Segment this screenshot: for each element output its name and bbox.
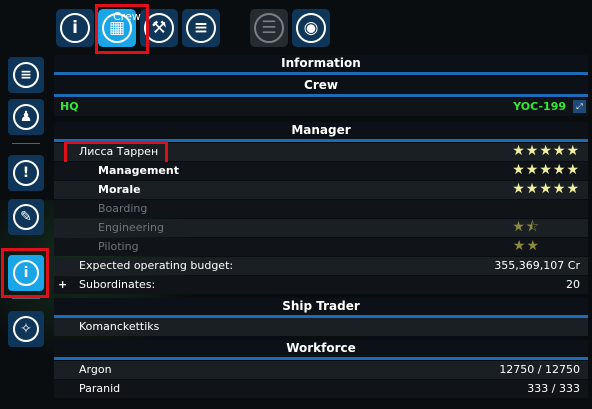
section-header-manager: Manager <box>54 122 588 142</box>
skill-stars: ★⯪ <box>512 219 540 235</box>
sidebar-edit[interactable]: ✎ <box>8 199 44 235</box>
expand-icon[interactable]: ⤢ <box>573 100 586 113</box>
manager-stars: ★★★★★ <box>512 143 580 159</box>
skill-label: Management <box>98 164 179 177</box>
sidebar-alert[interactable]: ! <box>8 155 44 191</box>
sidebar-divider <box>12 298 40 299</box>
budget-label: Expected operating budget: <box>79 259 234 272</box>
highlight-info-sidebar <box>1 248 49 298</box>
menu-lines-icon: ≡ <box>13 62 39 88</box>
workforce-row: Argon 12750 / 12750 <box>54 361 588 379</box>
ship-trader-name: Komanckettiks <box>79 320 160 333</box>
sidebar-person[interactable]: ♟ <box>8 99 44 135</box>
skill-row: Boarding <box>54 200 588 218</box>
workforce-race: Argon <box>79 363 112 376</box>
fuel-icon: ◉ <box>296 13 326 43</box>
skill-stars: ★★★★★ <box>512 162 580 178</box>
skill-label: Piloting <box>98 240 139 253</box>
skill-label: Boarding <box>98 202 148 215</box>
section-header-ship-trader: Ship Trader <box>54 298 588 318</box>
sidebar-menu[interactable]: ≡ <box>8 57 44 93</box>
skill-stars: ★★★★★ <box>512 181 580 197</box>
subordinates-label: Subordinates: <box>79 278 156 291</box>
ship-trader-row[interactable]: Komanckettiks <box>54 318 588 336</box>
skill-row: Morale ★★★★★ <box>54 181 588 199</box>
sidebar-compass[interactable]: ✧ <box>8 311 44 347</box>
workforce-value: 12750 / 12750 <box>499 363 580 376</box>
workforce-value: 333 / 333 <box>527 382 580 395</box>
section-header-crew: Crew <box>54 77 588 97</box>
subordinates-value: 20 <box>566 278 580 291</box>
hq-label: HQ <box>60 100 79 113</box>
skill-row: Piloting ★★ <box>54 238 588 256</box>
subordinates-row[interactable]: + Subordinates: 20 <box>54 276 588 294</box>
tab-info[interactable]: i <box>56 9 94 47</box>
budget-row: Expected operating budget: 355,369,107 C… <box>54 257 588 275</box>
workforce-row: Paranid 333 / 333 <box>54 380 588 398</box>
compass-icon: ✧ <box>13 316 39 342</box>
edit-icon: ✎ <box>13 204 39 230</box>
tab-ship[interactable]: ≡ <box>182 9 220 47</box>
skill-row: Engineering ★⯪ <box>54 219 588 237</box>
budget-value: 355,369,107 Cr <box>494 259 580 272</box>
ship-icon: ≡ <box>186 13 216 43</box>
alert-icon: ! <box>13 160 39 186</box>
hq-row: HQ YOC-199 ⤢ <box>54 98 588 116</box>
expand-plus-icon[interactable]: + <box>58 276 67 294</box>
workforce-race: Paranid <box>79 382 121 395</box>
skill-stars: ★★ <box>512 238 540 254</box>
tab-list[interactable]: ☰ <box>250 9 288 47</box>
section-header-workforce: Workforce <box>54 340 588 360</box>
list-icon: ☰ <box>254 13 284 43</box>
info-icon: i <box>60 13 90 43</box>
skill-row: Management ★★★★★ <box>54 162 588 180</box>
skill-label: Morale <box>98 183 141 196</box>
person-icon: ♟ <box>13 104 39 130</box>
skill-label: Engineering <box>98 221 164 234</box>
tab-fuel[interactable]: ◉ <box>292 9 330 47</box>
sidebar-divider <box>12 143 40 144</box>
hq-code: YOC-199 <box>513 100 566 113</box>
section-header-information: Information <box>54 55 588 75</box>
highlight-crew-tab <box>95 4 149 54</box>
